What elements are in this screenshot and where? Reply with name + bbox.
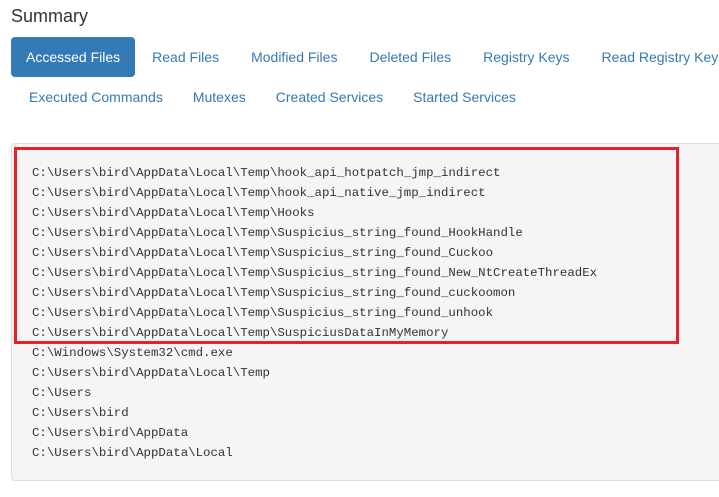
tab-executed-commands[interactable]: Executed Commands bbox=[14, 77, 178, 117]
list-item: C:\Users\bird\AppData\Local\Temp\Suspici… bbox=[32, 266, 598, 280]
list-item: C:\Users\bird\AppData\Local bbox=[32, 446, 233, 460]
list-item: C:\Users\bird\AppData\Local\Temp\Suspici… bbox=[32, 226, 523, 240]
tab-modified-files[interactable]: Modified Files bbox=[236, 37, 352, 77]
page-title: Summary bbox=[11, 6, 89, 26]
accessed-files-list: C:\Users\bird\AppData\Local\Temp\hook_ap… bbox=[32, 163, 597, 463]
list-item: C:\Users\bird\AppData\Local\Temp\Suspici… bbox=[32, 246, 494, 260]
tabs-row-primary: Accessed Files Read Files Modified Files… bbox=[11, 37, 719, 77]
accessed-files-panel: C:\Users\bird\AppData\Local\Temp\hook_ap… bbox=[11, 143, 719, 481]
list-item: C:\Users\bird\AppData\Local\Temp\Suspici… bbox=[32, 326, 449, 340]
tab-accessed-files[interactable]: Accessed Files bbox=[11, 37, 136, 77]
list-item: C:\Windows\System32\cmd.exe bbox=[32, 346, 233, 360]
list-item: C:\Users\bird\AppData\Local\Temp\Suspici… bbox=[32, 286, 516, 300]
list-item: C:\Users\bird\AppData\Local\Temp\Hooks bbox=[32, 206, 315, 220]
tab-created-services[interactable]: Created Services bbox=[261, 77, 398, 117]
tab-registry-keys[interactable]: Registry Keys bbox=[468, 37, 584, 77]
tab-read-files[interactable]: Read Files bbox=[137, 37, 234, 77]
list-item: C:\Users\bird\AppData\Local\Temp\hook_ap… bbox=[32, 166, 501, 180]
list-item: C:\Users bbox=[32, 386, 92, 400]
list-item: C:\Users\bird bbox=[32, 406, 129, 420]
list-item: C:\Users\bird\AppData\Local\Temp bbox=[32, 366, 270, 380]
tab-mutexes[interactable]: Mutexes bbox=[178, 77, 261, 117]
tab-started-services[interactable]: Started Services bbox=[398, 77, 531, 117]
list-item: C:\Users\bird\AppData\Local\Temp\hook_ap… bbox=[32, 186, 486, 200]
tab-deleted-files[interactable]: Deleted Files bbox=[354, 37, 466, 77]
list-item: C:\Users\bird\AppData bbox=[32, 426, 189, 440]
list-item: C:\Users\bird\AppData\Local\Temp\Suspici… bbox=[32, 306, 494, 320]
tab-read-registry-keys[interactable]: Read Registry Keys bbox=[587, 37, 719, 77]
tabs-row-secondary: Executed Commands Mutexes Created Servic… bbox=[14, 77, 531, 117]
